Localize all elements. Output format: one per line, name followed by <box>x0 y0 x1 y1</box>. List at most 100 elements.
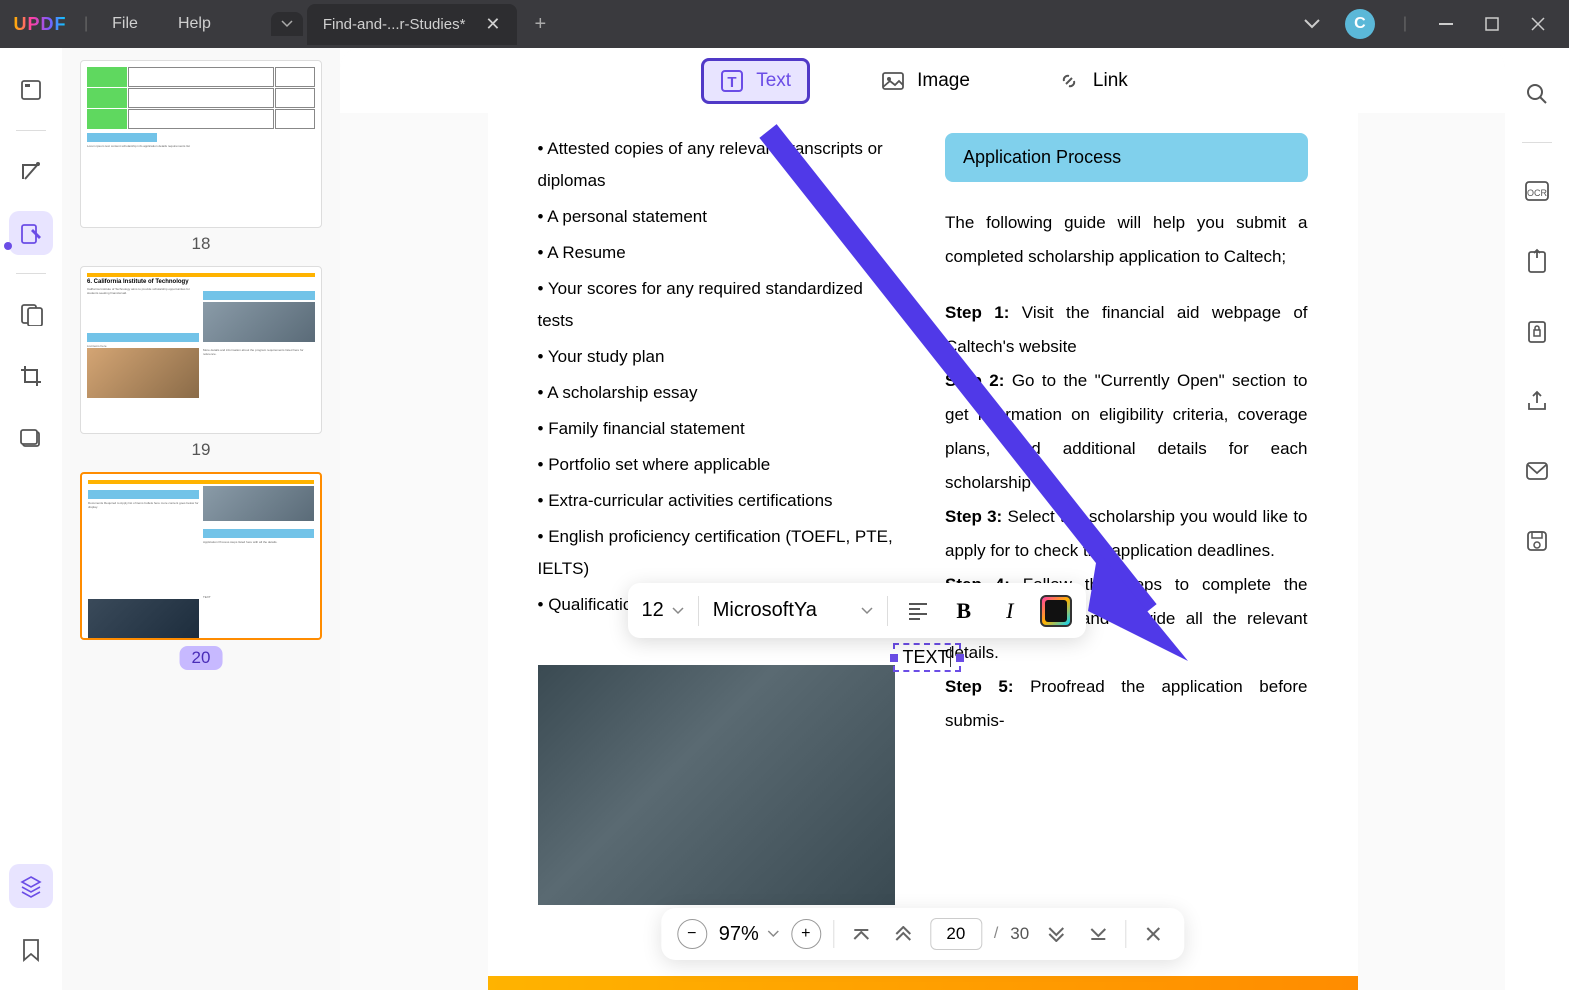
bullet-item: • English proficiency certification (TOE… <box>538 521 901 585</box>
page-footer-bar <box>488 976 1358 990</box>
bullet-item: • Your scores for any required standardi… <box>538 273 901 337</box>
bullet-item: • A personal statement <box>538 201 901 233</box>
prev-page-button[interactable] <box>888 919 918 949</box>
control-separator <box>1125 920 1126 948</box>
separator: | <box>1403 15 1407 33</box>
tool-divider <box>16 273 46 274</box>
image-icon <box>881 69 905 93</box>
search-button[interactable] <box>1515 72 1559 116</box>
caret-down-icon <box>767 930 779 938</box>
caret-down-icon <box>672 607 684 615</box>
organize-tool[interactable] <box>9 292 53 336</box>
page-controls: − 97% + / 30 <box>661 908 1184 960</box>
first-page-button[interactable] <box>846 919 876 949</box>
font-family-value: MicrosoftYa <box>713 599 853 622</box>
italic-button[interactable]: I <box>994 595 1026 627</box>
svg-text:T: T <box>728 74 737 91</box>
format-separator <box>698 596 699 626</box>
font-family-select[interactable]: MicrosoftYa <box>713 599 873 622</box>
edit-text-button[interactable]: T Text <box>701 58 810 104</box>
bullet-item: • Family financial statement <box>538 413 901 445</box>
tabs-area: Find-and-...r-Studies* ✕ + <box>271 4 1303 45</box>
page-number-input[interactable] <box>930 918 982 950</box>
zoom-in-button[interactable]: + <box>791 919 821 949</box>
protect-button[interactable] <box>1515 309 1559 353</box>
next-page-button[interactable] <box>1041 919 1071 949</box>
bullet-item: • Extra-curricular activities certificat… <box>538 485 901 517</box>
close-controls-button[interactable] <box>1138 919 1168 949</box>
link-icon <box>1057 69 1081 93</box>
intro-text: The following guide will help you submit… <box>945 206 1308 274</box>
bold-button[interactable]: B <box>948 595 980 627</box>
edit-text-label: Text <box>756 70 791 92</box>
layers-tool[interactable] <box>9 864 53 908</box>
edit-tool[interactable] <box>9 211 53 255</box>
save-button[interactable] <box>1515 519 1559 563</box>
avatar[interactable]: C <box>1345 9 1375 39</box>
crop-tool[interactable] <box>9 354 53 398</box>
menu-help[interactable]: Help <box>158 15 231 33</box>
bookmark-tool[interactable] <box>9 928 53 972</box>
last-page-button[interactable] <box>1083 919 1113 949</box>
email-button[interactable] <box>1515 449 1559 493</box>
thumbnail-panel[interactable]: Lorem ipsum text content scholarship inf… <box>62 48 340 990</box>
thumbnail-19[interactable]: 6. California Institute of Technology Ca… <box>80 266 322 460</box>
zoom-select[interactable]: 97% <box>719 923 779 946</box>
application-process-heading: Application Process <box>945 133 1308 182</box>
logo-text: UPDF <box>14 14 67 35</box>
close-button[interactable] <box>1527 13 1549 35</box>
maximize-button[interactable] <box>1481 13 1503 35</box>
caret-down-icon <box>281 20 293 28</box>
menu-separator: | <box>84 15 88 33</box>
thumbnail-label: 18 <box>80 234 322 254</box>
edit-link-button[interactable]: Link <box>1041 61 1144 101</box>
text-icon: T <box>720 69 744 93</box>
text-box-handle-right[interactable] <box>956 654 964 662</box>
bullet-item: • A scholarship essay <box>538 377 901 409</box>
text-box-handle-left[interactable] <box>890 654 898 662</box>
ocr-button[interactable]: OCR <box>1515 169 1559 213</box>
thumbnail-label-active: 20 <box>180 646 223 670</box>
minimize-button[interactable] <box>1435 13 1457 35</box>
tab-close-icon[interactable]: ✕ <box>485 14 500 35</box>
tab-title: Find-and-...r-Studies* <box>323 16 466 33</box>
redact-tool[interactable] <box>9 416 53 460</box>
thumbnail-18[interactable]: Lorem ipsum text content scholarship inf… <box>80 60 322 254</box>
page-separator: / <box>994 925 998 943</box>
bullet-item: • Attested copies of any relevant transc… <box>538 133 901 197</box>
caret-down-icon <box>861 607 873 615</box>
thumbnail-20[interactable]: Documents Required to Apply list of item… <box>80 472 322 670</box>
font-size-select[interactable]: 12 <box>642 599 684 622</box>
tab-dropdown[interactable] <box>271 12 303 36</box>
thumbnail-label: 19 <box>80 440 322 460</box>
step-1: Step 1: Visit the financial aid webpage … <box>945 296 1308 364</box>
tab-add-button[interactable]: + <box>535 13 547 36</box>
page-total: 30 <box>1010 924 1029 944</box>
chevron-down-icon[interactable] <box>1303 18 1321 30</box>
left-toolbar <box>0 48 62 990</box>
menu-file[interactable]: File <box>92 15 158 33</box>
center-area: T Text Image Link • <box>340 48 1505 990</box>
text-box-content[interactable]: TEXT <box>903 647 951 667</box>
edit-image-label: Image <box>917 70 970 92</box>
window-controls: C | <box>1303 9 1569 39</box>
font-size-value: 12 <box>642 599 664 622</box>
zoom-out-button[interactable]: − <box>677 919 707 949</box>
comment-tool[interactable] <box>9 149 53 193</box>
bullet-item: • Portfolio set where applicable <box>538 449 901 481</box>
right-toolbar: OCR <box>1505 48 1569 990</box>
tab-document[interactable]: Find-and-...r-Studies* ✕ <box>307 4 517 45</box>
svg-text:OCR: OCR <box>1527 188 1548 198</box>
main-layout: Lorem ipsum text content scholarship inf… <box>0 48 1569 990</box>
document-view[interactable]: • Attested copies of any relevant transc… <box>340 113 1505 990</box>
edit-link-label: Link <box>1093 70 1128 92</box>
share-button[interactable] <box>1515 379 1559 423</box>
export-button[interactable] <box>1515 239 1559 283</box>
reader-tool[interactable] <box>9 68 53 112</box>
color-picker[interactable] <box>1040 595 1072 627</box>
text-edit-box[interactable]: TEXT <box>893 643 961 672</box>
text-format-bar: 12 MicrosoftYa B I <box>628 583 1086 638</box>
edit-image-button[interactable]: Image <box>865 61 986 101</box>
step-3: Step 3: Select the scholarship you would… <box>945 500 1308 568</box>
align-left-button[interactable] <box>902 595 934 627</box>
